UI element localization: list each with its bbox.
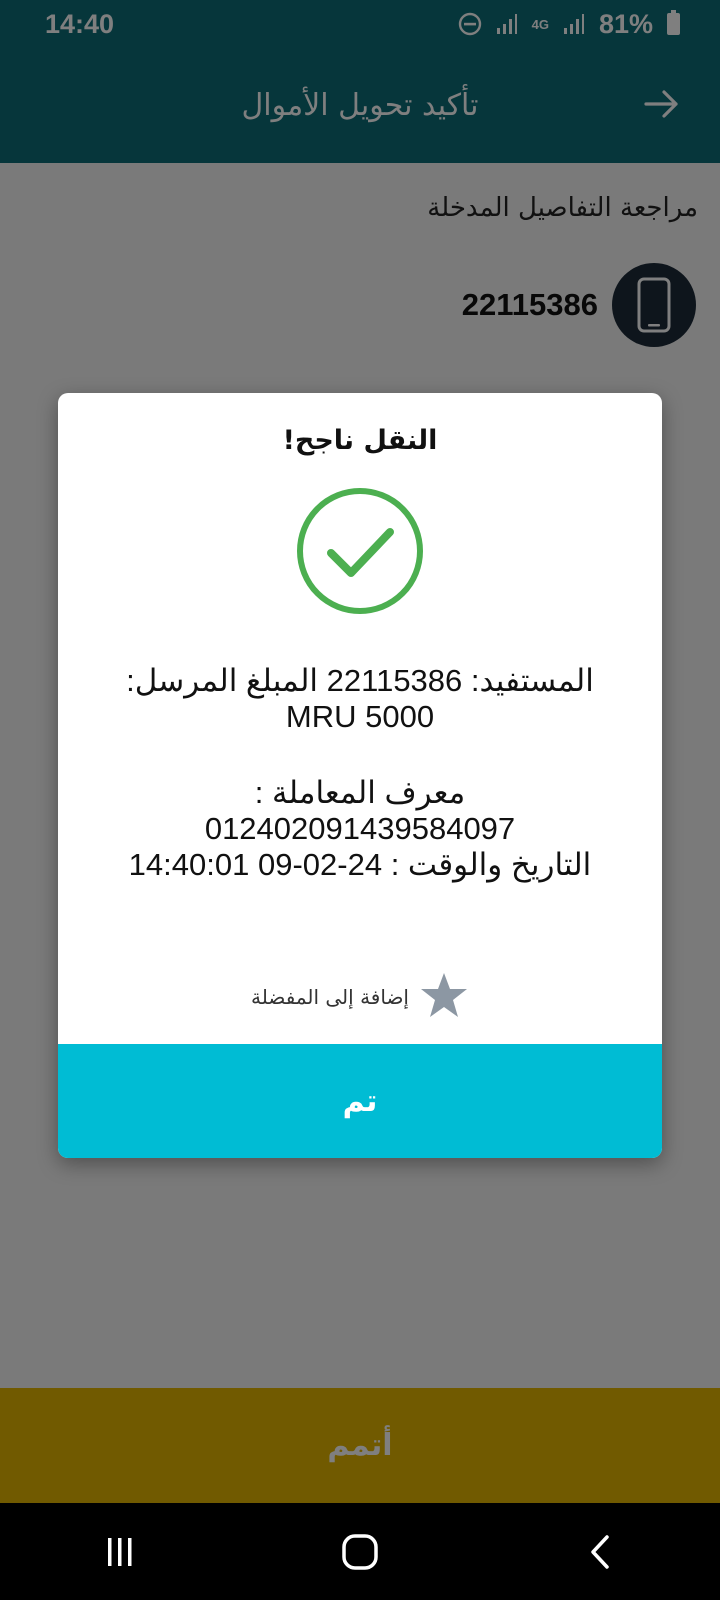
transaction-label: معرف المعاملة : bbox=[254, 775, 466, 810]
back-icon[interactable] bbox=[570, 1522, 630, 1582]
add-favorite-button[interactable]: إضافة إلى المفضلة bbox=[58, 971, 662, 1023]
beneficiary-line: المستفيد: 22115386 المبلغ المرسل: 5000 M… bbox=[126, 663, 594, 734]
done-button[interactable]: تم bbox=[58, 1044, 662, 1158]
favorite-label: إضافة إلى المفضلة bbox=[251, 985, 409, 1009]
transaction-id: 012402091439584097 bbox=[204, 811, 516, 846]
home-icon[interactable] bbox=[330, 1522, 390, 1582]
success-dialog: النقل ناجح! المستفيد: 22115386 المبلغ ال… bbox=[58, 393, 662, 1158]
check-circle-icon bbox=[295, 486, 425, 616]
transfer-details: المستفيد: 22115386 المبلغ المرسل: 5000 M… bbox=[88, 663, 632, 883]
system-nav-bar bbox=[0, 1503, 720, 1600]
recent-apps-icon[interactable] bbox=[90, 1522, 150, 1582]
dialog-title: النقل ناجح! bbox=[282, 425, 438, 456]
screen: 14:40 4G 81% تأكيد تحويل الأموال مراجعة … bbox=[0, 0, 720, 1600]
datetime-line: التاريخ والوقت : 24-02-09 14:40:01 bbox=[128, 847, 592, 882]
star-icon bbox=[419, 971, 469, 1023]
